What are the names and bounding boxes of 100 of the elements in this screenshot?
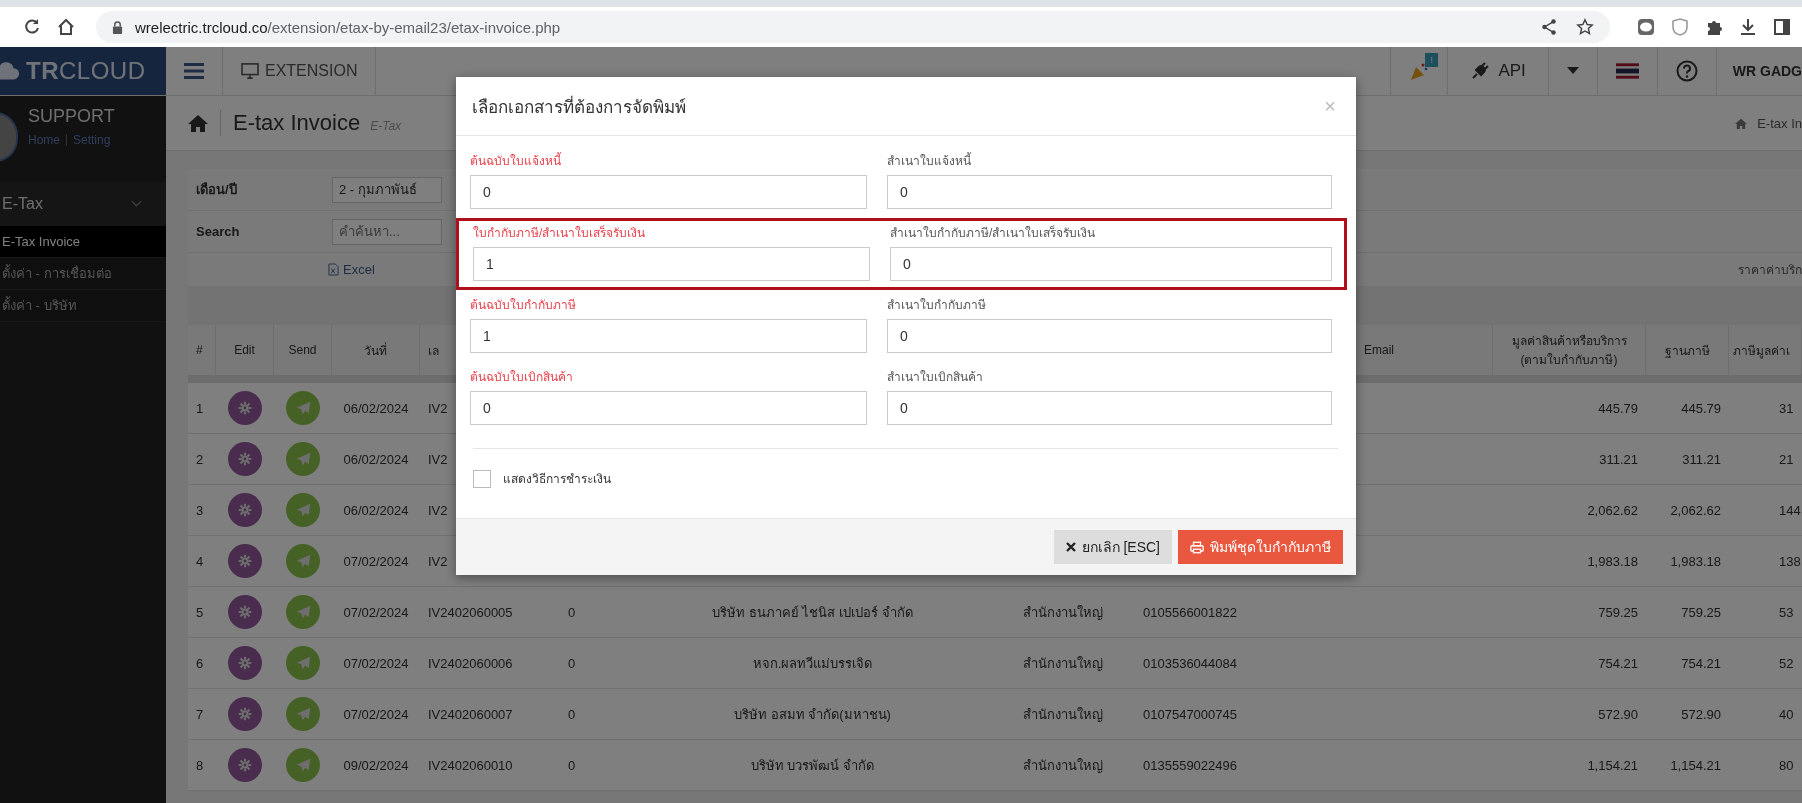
number-field[interactable]: 1	[473, 247, 870, 281]
table-cell: 759.25	[1598, 604, 1638, 620]
table-cell: 759.25	[1681, 604, 1721, 620]
table-cell-text: สำนักงานใหญ่	[1023, 705, 1103, 724]
table-cell: 40	[1779, 706, 1794, 722]
flag-icon[interactable]	[1615, 63, 1639, 79]
send-button[interactable]	[286, 646, 320, 680]
filter-label: Search	[196, 224, 241, 239]
send-button[interactable]	[286, 595, 320, 629]
send-button[interactable]	[286, 544, 320, 578]
table-cell: 52	[1779, 655, 1794, 671]
home-icon[interactable]	[56, 17, 76, 37]
chat-extension-icon[interactable]	[1636, 17, 1656, 37]
user-name[interactable]: WR GADG	[1732, 63, 1802, 79]
address-bar[interactable]: wrelectric.trcloud.co/extension/etax-by-email23/etax-invoice.php	[96, 11, 1610, 43]
star-icon[interactable]	[1576, 18, 1594, 36]
send-button[interactable]	[286, 697, 320, 731]
table-cell: 138	[1779, 553, 1801, 569]
shield-icon[interactable]	[1670, 17, 1690, 37]
filter-label: เดือน/ปี	[196, 181, 238, 199]
table-cell: 754.21	[1681, 655, 1721, 671]
field-label: ต้นฉบับใบเบิกสินค้า	[470, 369, 574, 386]
logo-panel[interactable]: TRCLOUD	[0, 47, 166, 95]
settings-button[interactable]	[228, 442, 262, 476]
table-cell: 311.21	[1682, 451, 1721, 467]
checkbox[interactable]	[473, 469, 491, 488]
table-cell: 144	[1779, 502, 1801, 518]
number-field[interactable]: 0	[887, 391, 1332, 425]
gear-icon	[238, 656, 252, 670]
share-icon[interactable]	[1540, 18, 1558, 36]
print-button[interactable]: พิมพ์ชุดใบกำกับภาษี	[1178, 530, 1343, 564]
table-cell: IV2	[428, 553, 448, 569]
settings-button[interactable]	[228, 493, 262, 527]
table-cell: 0	[568, 706, 576, 722]
profile-name: SUPPORT	[28, 106, 115, 127]
page-title: E-tax Invoice	[233, 110, 361, 136]
column-header: ฐานภาษี	[1664, 342, 1710, 360]
table-cell: 572.90	[1681, 706, 1721, 722]
extension-menu[interactable]: EXTENSION	[223, 47, 377, 95]
field-label: สำเนาใบเบิกสินค้า	[887, 369, 984, 386]
api-menu[interactable]: API	[1447, 47, 1548, 95]
table-cell: 7	[196, 706, 204, 722]
table-cell: IV2402060005	[428, 604, 513, 620]
table-cell: 8	[196, 757, 204, 773]
notification-badge: !	[1425, 53, 1438, 67]
url-domain: wrelectric.trcloud.co	[135, 18, 268, 36]
month-select[interactable]: 2 - กุมภาพันธ์	[332, 176, 442, 203]
sidebar-group[interactable]: E-Tax	[0, 182, 166, 226]
dialog-title: เลือกเอกสารที่ต้องการจัดพิมพ์	[472, 94, 686, 119]
breadcrumb-link[interactable]: E-tax In	[1757, 115, 1802, 131]
gear-icon	[238, 605, 252, 619]
settings-button[interactable]	[228, 748, 262, 782]
table-cell: 2,062.62	[1587, 502, 1638, 518]
field-label: สำเนาใบกำกับภาษี/สำเนาใบเสร็จรับเงิน	[890, 224, 1097, 242]
table-cell: 1	[196, 400, 204, 416]
table-cell: 07/02/2024	[343, 706, 409, 722]
table-cell: 5	[196, 604, 204, 620]
number-field[interactable]: 0	[890, 247, 1332, 281]
paper-plane-icon	[295, 706, 311, 722]
number-field[interactable]: 0	[887, 319, 1332, 353]
table-cell: 445.79	[1681, 400, 1721, 416]
side-panel-icon[interactable]	[1772, 17, 1792, 37]
menu-icon[interactable]	[184, 62, 204, 80]
table-cell: 1,983.18	[1670, 553, 1721, 569]
settings-button[interactable]	[228, 595, 262, 629]
home-icon[interactable]	[188, 114, 208, 132]
number-field[interactable]: 0	[470, 175, 867, 209]
reload-icon[interactable]	[22, 17, 42, 37]
cloud-icon	[0, 60, 20, 82]
settings-button[interactable]	[228, 697, 262, 731]
table-cell: 07/02/2024	[343, 655, 409, 671]
send-button[interactable]	[286, 748, 320, 782]
sidebar-item[interactable]: E-Tax Invoice	[0, 226, 166, 258]
settings-button[interactable]	[228, 646, 262, 680]
number-field[interactable]: 0	[887, 175, 1332, 209]
party-popper-icon[interactable]	[1409, 61, 1430, 81]
table-cell: 6	[196, 655, 204, 671]
table-cell: 445.79	[1598, 400, 1638, 416]
paper-plane-icon	[295, 553, 311, 569]
search-field[interactable]: คำค้นหา...	[332, 218, 442, 245]
send-button[interactable]	[286, 442, 320, 476]
table-cell: 1,983.18	[1587, 553, 1638, 569]
gear-icon	[238, 452, 252, 466]
send-button[interactable]	[286, 391, 320, 425]
column-header: ภาษีมูลค่าเ	[1733, 342, 1790, 360]
table-cell-text: สำนักงานใหญ่	[1023, 756, 1103, 775]
settings-button[interactable]	[228, 544, 262, 578]
number-field[interactable]: 0	[470, 391, 867, 425]
table-cell-text: บริษัท บวรพัฒน์ จำกัด	[750, 756, 875, 775]
cancel-button[interactable]: ยกเลิก [ESC]	[1053, 530, 1172, 564]
settings-button[interactable]	[228, 391, 262, 425]
number-field[interactable]: 1	[470, 319, 867, 353]
help-icon[interactable]	[1675, 60, 1698, 82]
table-cell-text: หจก.ผลทวีแม่บรรเจิด	[752, 654, 873, 673]
caret-icon[interactable]	[1566, 67, 1579, 75]
send-button[interactable]	[286, 493, 320, 527]
table-cell: IV2	[428, 451, 448, 467]
excel-link[interactable]: Excel	[328, 262, 375, 277]
table-cell: 0105566001822	[1143, 604, 1237, 620]
download-icon[interactable]	[1738, 17, 1758, 37]
